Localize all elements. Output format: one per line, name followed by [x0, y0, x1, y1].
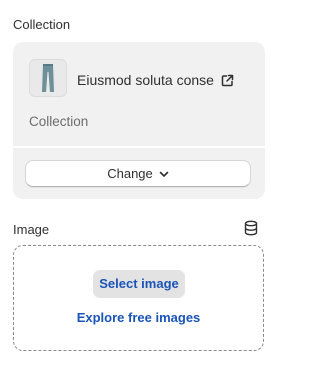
select-image-button[interactable]: Select image	[93, 270, 185, 298]
select-image-label: Select image	[99, 276, 179, 291]
explore-free-images-link[interactable]: Explore free images	[14, 310, 263, 326]
change-collection-button[interactable]: Change	[25, 160, 251, 187]
collection-card: Eiusmod soluta conse Collection Change	[13, 42, 265, 199]
collection-item-type: Collection	[29, 114, 89, 129]
jeans-thumbnail-icon	[42, 64, 54, 92]
change-button-label: Change	[107, 165, 153, 181]
image-drop-zone[interactable]: Select image Explore free images	[13, 245, 264, 351]
product-thumbnail	[29, 59, 67, 97]
collection-item-title: Eiusmod soluta conse	[77, 72, 214, 88]
card-divider	[13, 146, 265, 148]
collection-heading: Collection	[13, 17, 71, 32]
image-heading: Image	[13, 222, 50, 237]
chevron-down-icon	[159, 171, 169, 177]
settings-panel: Collection Eiusmod soluta conse Collecti…	[0, 0, 278, 372]
collection-item-title-row: Eiusmod soluta conse	[77, 71, 234, 89]
external-link-icon[interactable]	[221, 74, 234, 87]
database-icon[interactable]	[244, 220, 258, 236]
